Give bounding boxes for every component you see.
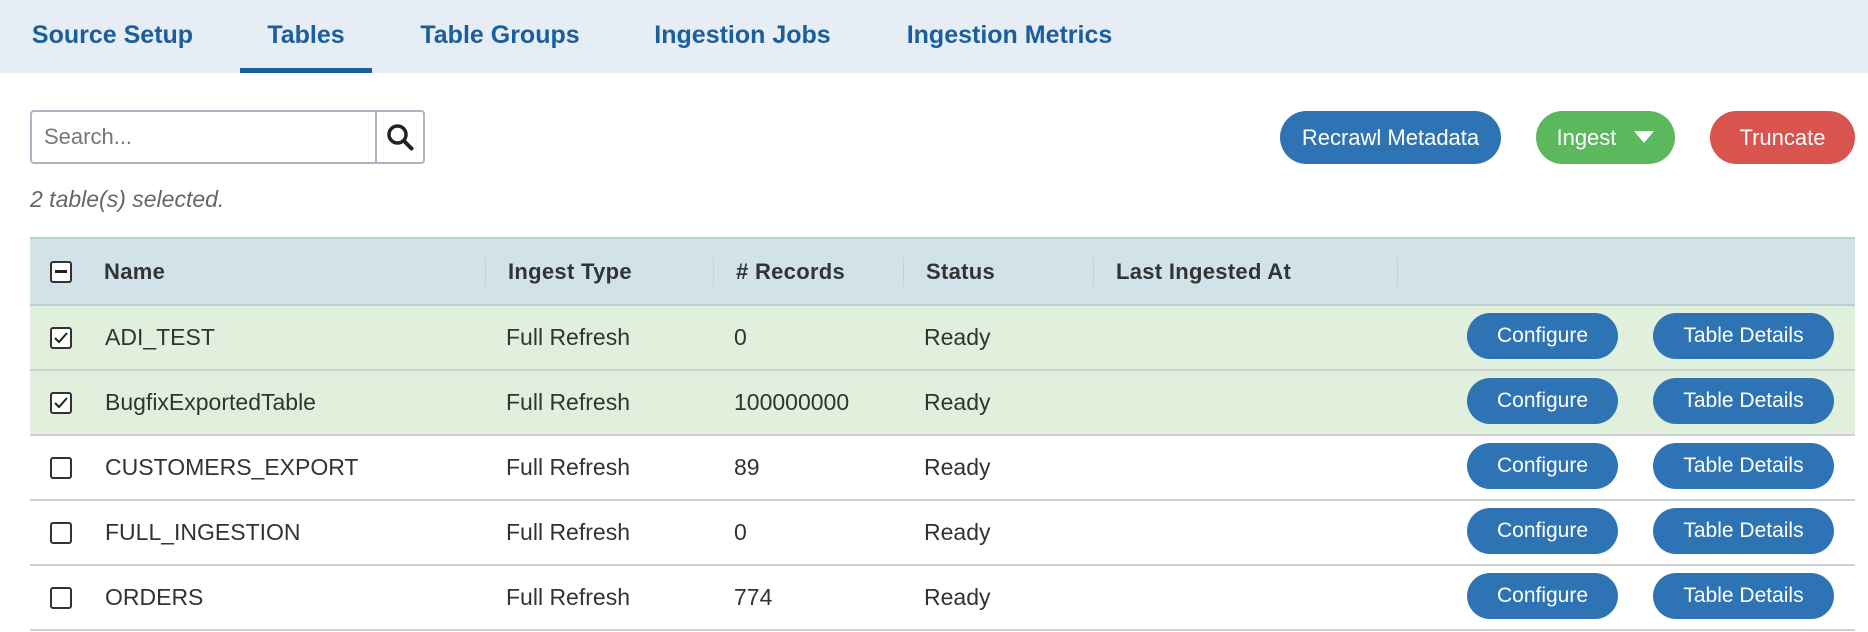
search-button[interactable] [375,112,423,162]
table-row[interactable]: ORDERS Full Refresh 774 Ready Configure … [30,566,1855,631]
recrawl-metadata-button[interactable]: Recrawl Metadata [1280,111,1501,164]
ingest-type: Full Refresh [506,389,630,415]
configure-button[interactable]: Configure [1467,313,1618,359]
checkmark-icon [54,332,68,344]
record-count: 774 [734,584,773,610]
tab-ingestion-jobs[interactable]: Ingestion Jobs [650,0,835,73]
table-header: Name Ingest Type # Records Status Last I… [30,237,1855,306]
tab-source-setup[interactable]: Source Setup [30,0,195,73]
ingest-type: Full Refresh [506,454,630,480]
record-count: 0 [734,324,747,350]
table-details-button[interactable]: Table Details [1653,508,1834,554]
row-checkbox[interactable] [50,392,72,414]
status-text: Ready [924,519,991,545]
search-input[interactable] [32,112,377,162]
header-status[interactable]: Status [926,239,995,304]
status-text: Ready [924,389,991,415]
table-details-button[interactable]: Table Details [1653,378,1834,424]
table-row[interactable]: FULL_INGESTION Full Refresh 0 Ready Conf… [30,501,1855,566]
tab-ingestion-metrics[interactable]: Ingestion Metrics [902,0,1117,73]
table-name: BugfixExportedTable [105,389,316,415]
header-records[interactable]: # Records [736,239,845,304]
ingest-dropdown-button[interactable]: Ingest [1536,111,1675,164]
record-count: 0 [734,519,747,545]
header-last-ingested[interactable]: Last Ingested At [1116,239,1291,304]
table-row[interactable]: BugfixExportedTable Full Refresh 1000000… [30,371,1855,436]
column-divider [1397,257,1398,287]
checkmark-icon [54,397,68,409]
table-name: ORDERS [105,584,204,610]
selection-count: 2 table(s) selected. [30,186,225,212]
row-checkbox[interactable] [50,522,72,544]
table-row[interactable]: ADI_TEST Full Refresh 0 Ready Configure … [30,306,1855,371]
tab-table-groups[interactable]: Table Groups [415,0,585,73]
tab-bar: Source Setup Tables Table Groups Ingesti… [0,0,1868,73]
configure-button[interactable]: Configure [1467,508,1618,554]
header-ingest-type[interactable]: Ingest Type [508,239,632,304]
configure-button[interactable]: Configure [1467,443,1618,489]
column-divider [1093,257,1094,287]
record-count: 100000000 [734,389,850,415]
configure-button[interactable]: Configure [1467,573,1618,619]
configure-button[interactable]: Configure [1467,378,1618,424]
ingest-type: Full Refresh [506,584,630,610]
tables-table: Name Ingest Type # Records Status Last I… [30,237,1855,631]
search-icon [387,124,414,151]
header-name[interactable]: Name [104,239,165,304]
table-row[interactable]: CUSTOMERS_EXPORT Full Refresh 89 Ready C… [30,436,1855,501]
truncate-button[interactable]: Truncate [1710,111,1855,164]
indeterminate-checkbox-icon [55,270,67,273]
table-name: ADI_TEST [105,324,215,350]
status-text: Ready [924,324,991,350]
column-divider [485,257,486,287]
ingest-type: Full Refresh [506,519,630,545]
tab-tables[interactable]: Tables [240,0,372,73]
table-details-button[interactable]: Table Details [1653,443,1834,489]
status-text: Ready [924,454,991,480]
row-checkbox[interactable] [50,327,72,349]
row-checkbox[interactable] [50,457,72,479]
table-name: FULL_INGESTION [105,519,301,545]
row-checkbox[interactable] [50,587,72,609]
ingest-label: Ingest [1556,125,1617,150]
select-all-checkbox[interactable] [50,261,72,283]
search-box [30,110,425,164]
column-divider [903,257,904,287]
status-text: Ready [924,584,991,610]
column-divider [713,257,714,287]
ingest-type: Full Refresh [506,324,630,350]
table-name: CUSTOMERS_EXPORT [105,454,359,480]
table-details-button[interactable]: Table Details [1653,313,1834,359]
table-details-button[interactable]: Table Details [1653,573,1834,619]
record-count: 89 [734,454,760,480]
caret-down-icon [1633,131,1654,144]
